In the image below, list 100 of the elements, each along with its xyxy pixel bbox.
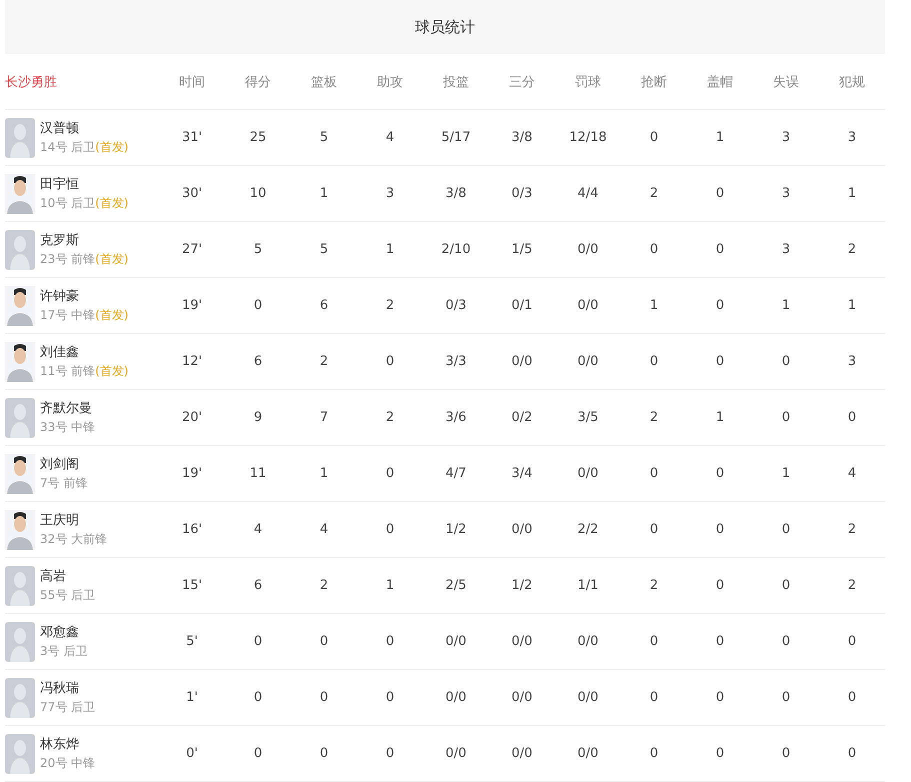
column-header: 罚球	[575, 75, 601, 90]
table-cell: 3	[386, 186, 394, 201]
table-cell: 0/0	[578, 298, 598, 313]
table-cell: 1/2	[446, 522, 466, 537]
table-cell: 1	[386, 578, 394, 593]
table-cell: 0	[716, 354, 724, 369]
table-cell: 31'	[182, 130, 202, 145]
table-cell: 5'	[186, 634, 198, 649]
player-figure-icon	[5, 454, 35, 494]
table-cell: 0	[650, 746, 658, 761]
player-info: 3号 后卫	[40, 644, 88, 658]
player-info: 10号 后卫	[40, 196, 96, 210]
table-cell: 0	[320, 690, 328, 705]
table-cell: 0/1	[512, 298, 532, 313]
table-cell: 27'	[182, 242, 202, 257]
table-cell: 25	[250, 130, 266, 145]
table-cell: 4	[320, 522, 328, 537]
table-cell: 1	[848, 186, 856, 201]
table-cell: 0	[716, 242, 724, 257]
table-cell: 1/5	[512, 242, 532, 257]
table-cell: 0/3	[446, 298, 466, 313]
column-header: 得分	[245, 75, 271, 90]
player-info: 77号 后卫	[40, 700, 96, 714]
table-cell: 1/2	[512, 578, 532, 593]
table-cell: 2/5	[446, 578, 466, 593]
table-cell: 1	[716, 410, 724, 425]
table-cell: 4/4	[578, 186, 598, 201]
table-cell: 1	[782, 298, 790, 313]
starter-label: (首发)	[95, 364, 128, 378]
column-header: 投篮	[443, 75, 469, 90]
team-name: 长沙勇胜	[5, 74, 57, 91]
column-header: 盖帽	[707, 75, 733, 90]
table-cell: 0	[386, 690, 394, 705]
table-cell: 0	[650, 466, 658, 481]
table-cell: 0/0	[578, 466, 598, 481]
player-name: 林东烨	[40, 736, 80, 754]
table-cell: 0'	[186, 746, 198, 761]
table-cell: 0	[386, 354, 394, 369]
table-cell: 0/0	[578, 746, 598, 761]
table-cell: 6	[320, 298, 328, 313]
table-cell: 12/18	[569, 130, 607, 145]
table-cell: 11	[250, 466, 266, 481]
player-info: 55号 后卫	[40, 588, 96, 602]
table-cell: 3/8	[446, 186, 466, 201]
table-cell: 2	[386, 298, 394, 313]
starter-label: (首发)	[95, 252, 128, 266]
player-name: 高岩	[40, 568, 67, 586]
table-cell: 2	[650, 578, 658, 593]
table-cell: 0/0	[512, 634, 532, 649]
player-figure-icon	[5, 174, 35, 214]
player-name: 田宇恒	[40, 176, 80, 194]
table-cell: 2	[650, 410, 658, 425]
table-cell: 0	[650, 634, 658, 649]
table-cell: 0	[716, 522, 724, 537]
table-cell: 0	[848, 634, 856, 649]
table-cell: 3/3	[446, 354, 466, 369]
table-cell: 15'	[182, 578, 202, 593]
table-cell: 1	[386, 242, 394, 257]
column-header: 篮板	[311, 75, 337, 90]
table-cell: 1	[650, 298, 658, 313]
table-cell: 9	[254, 410, 262, 425]
player-name: 邓愈鑫	[40, 624, 80, 642]
table-cell: 0/2	[512, 410, 532, 425]
table-cell: 0	[782, 354, 790, 369]
table-cell: 1/1	[578, 578, 598, 593]
table-cell: 0	[848, 410, 856, 425]
table-cell: 0	[320, 746, 328, 761]
table-cell: 0/0	[578, 690, 598, 705]
table-cell: 2	[650, 186, 658, 201]
table-cell: 0	[320, 634, 328, 649]
table-cell: 30'	[182, 186, 202, 201]
avatar-placeholder-icon	[5, 118, 35, 158]
table-cell: 0/0	[512, 522, 532, 537]
starter-label: (首发)	[95, 140, 128, 154]
table-cell: 0	[782, 690, 790, 705]
player-figure-icon	[5, 286, 35, 326]
player-info: 20号 中锋	[40, 756, 96, 770]
table-cell: 4	[254, 522, 262, 537]
table-cell: 2/2	[578, 522, 598, 537]
table-cell: 0	[386, 522, 394, 537]
table-cell: 2	[386, 410, 394, 425]
table-cell: 0	[386, 466, 394, 481]
table-cell: 5	[320, 130, 328, 145]
table-cell: 0	[716, 634, 724, 649]
table-cell: 3	[782, 130, 790, 145]
table-cell: 2	[848, 522, 856, 537]
player-name: 许钟豪	[40, 288, 80, 306]
player-info: 33号 中锋	[40, 420, 96, 434]
player-info: 32号 大前锋	[40, 532, 108, 546]
table-cell: 5	[254, 242, 262, 257]
table-cell: 4/7	[446, 466, 466, 481]
table-cell: 0/0	[578, 634, 598, 649]
table-cell: 6	[254, 354, 262, 369]
table-cell: 2	[320, 354, 328, 369]
table-cell: 19'	[182, 298, 202, 313]
table-cell: 1	[848, 298, 856, 313]
column-header: 抢断	[641, 75, 667, 90]
table-cell: 0	[716, 746, 724, 761]
table-cell: 3/4	[512, 466, 532, 481]
table-cell: 16'	[182, 522, 202, 537]
